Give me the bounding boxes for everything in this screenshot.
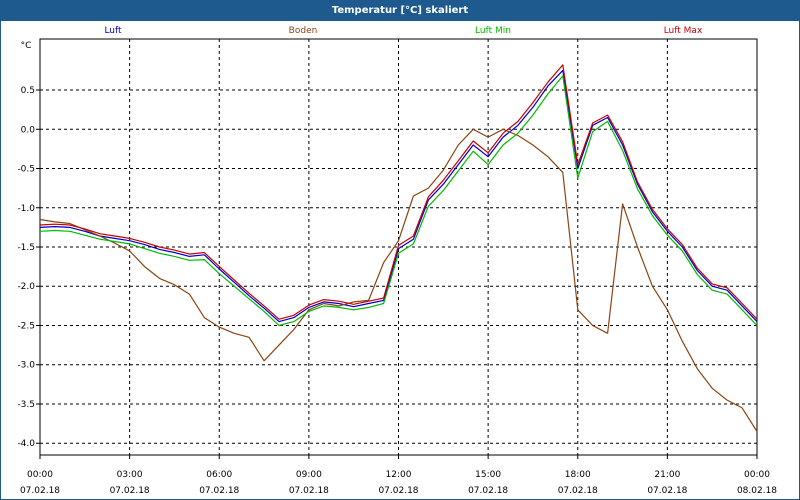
x-tick-label-date: 07.02.18 [20, 486, 60, 496]
x-tick-label-time: 06:00 [206, 470, 232, 480]
y-tick-label: -1.5 [17, 243, 35, 253]
y-axis-label: °C [21, 41, 32, 51]
legend-luft-min: Luft Min [475, 26, 511, 36]
y-tick-label: -1.0 [17, 204, 35, 214]
legend-luft-max: Luft Max [664, 26, 703, 36]
x-tick-label-date: 08.02.18 [737, 486, 777, 496]
x-tick-label-date: 07.02.18 [378, 486, 418, 496]
y-tick-label: -3.0 [17, 361, 35, 371]
legend-boden: Boden [289, 26, 318, 36]
y-tick-label: -0.5 [17, 165, 35, 175]
x-tick-label-date: 07.02.18 [110, 486, 150, 496]
x-tick-label-date: 07.02.18 [468, 486, 508, 496]
y-tick-label: -2.0 [17, 282, 35, 292]
x-tick-label-date: 07.02.18 [647, 486, 687, 496]
legend-luft: Luft [104, 26, 122, 36]
x-tick-label-time: 09:00 [296, 470, 322, 480]
y-tick-label: -3.5 [17, 400, 35, 410]
x-tick-label-time: 15:00 [475, 470, 501, 480]
x-tick-label-date: 07.02.18 [558, 486, 598, 496]
temperature-chart: 0.5 0.0 -0.5 -1.0 -1.5 -2.0 -2.5 -3.0 -3.5 -4.0 °C… [17, 26, 777, 496]
y-tick-label: -4.0 [17, 439, 35, 449]
x-tick-label-time: 21:00 [654, 470, 680, 480]
x-tick-label-date: 07.02.18 [199, 486, 239, 496]
x-tick-label-time: 12:00 [386, 470, 412, 480]
x-tick-label-time: 03:00 [117, 470, 143, 480]
x-tick-label-time: 00:00 [744, 470, 770, 480]
y-tick-label: -2.5 [17, 321, 35, 331]
x-tick-label-date: 07.02.18 [289, 486, 329, 496]
x-tick-label-time: 18:00 [565, 470, 591, 480]
x-tick-label-time: 00:00 [27, 470, 53, 480]
y-tick-label: 0.5 [21, 86, 35, 96]
y-tick-label: 0.0 [21, 125, 36, 135]
